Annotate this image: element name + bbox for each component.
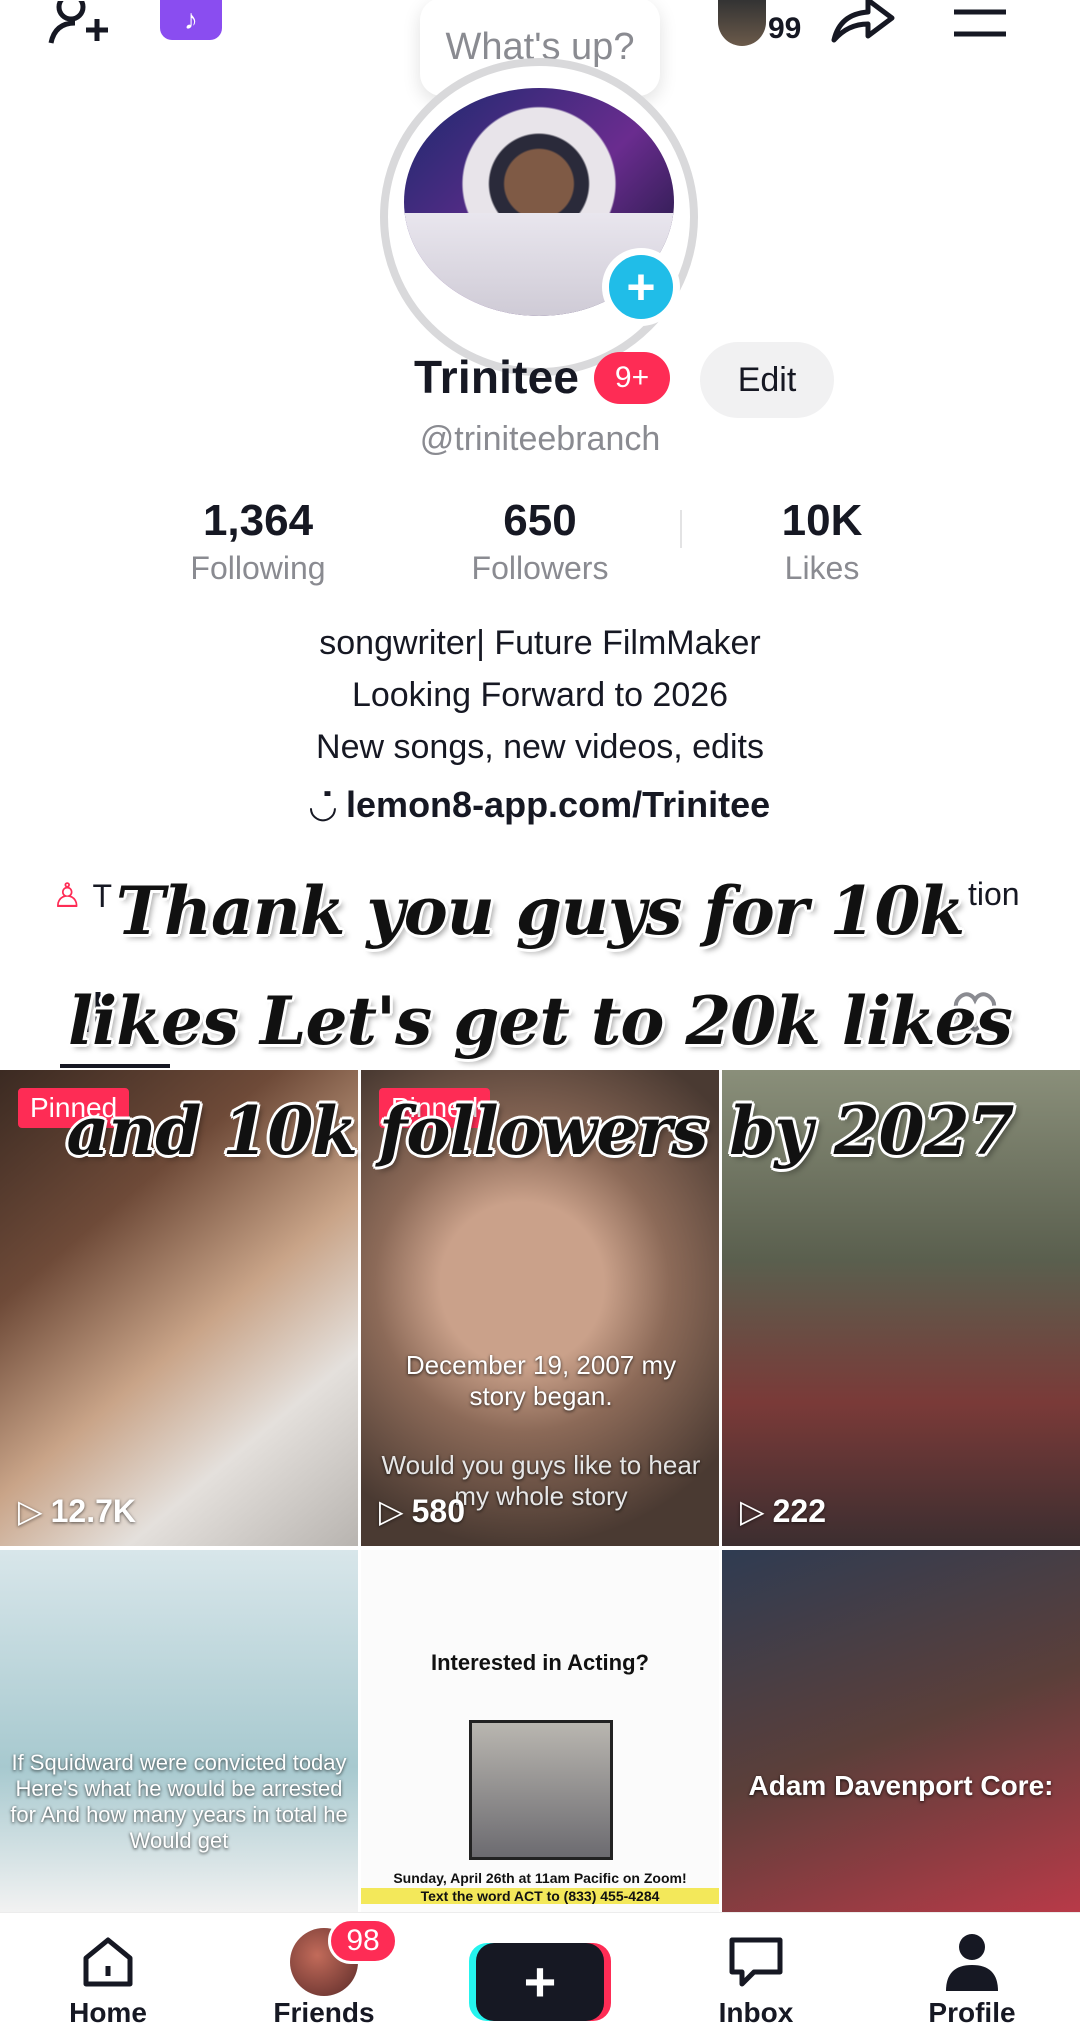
nav-profile[interactable]: Profile xyxy=(882,1913,1062,2032)
home-icon xyxy=(78,1927,138,1997)
stat-following[interactable]: 1,364 Following xyxy=(128,496,388,587)
nav-label: Home xyxy=(69,1997,147,2028)
view-count: ▷ 580 xyxy=(379,1492,465,1530)
share-profile-button[interactable] xyxy=(828,0,898,46)
stat-value: 10K xyxy=(781,496,863,545)
friends-badge: 98 xyxy=(328,1918,398,1964)
notification-badge[interactable]: 9+ xyxy=(594,352,670,404)
stat-label: Followers xyxy=(471,550,609,586)
stat-likes[interactable]: 10K Likes xyxy=(692,496,952,587)
video-caption: December 19, 2007 my story began. xyxy=(405,1350,677,1411)
menu-button[interactable] xyxy=(950,0,1010,40)
edit-profile-button[interactable]: Edit xyxy=(700,342,834,418)
profile-handle: @triniteebranch xyxy=(419,420,661,458)
play-icon: ▷ xyxy=(740,1493,765,1529)
view-count: ▷ 222 xyxy=(740,1492,826,1530)
video-tile[interactable]: If Squidward were convicted today Here's… xyxy=(0,1550,358,1912)
share-arrow-icon xyxy=(831,0,895,43)
bio-link[interactable]: ◡̇ lemon8-app.com/Trinitee xyxy=(0,784,1080,826)
stat-label: Likes xyxy=(784,550,860,586)
add-friend-button[interactable] xyxy=(40,0,120,50)
link-icon: ◡̇ xyxy=(309,787,337,825)
play-icon: ▷ xyxy=(379,1493,404,1529)
plus-icon: + xyxy=(626,259,656,315)
overlay-caption: Thank you guys for 10k xyxy=(115,872,965,950)
overlay-caption: and 10k followers by 2027 xyxy=(66,1092,1015,1170)
tiktok-note-icon: ♪ xyxy=(184,4,198,35)
hamburger-icon xyxy=(954,9,1006,37)
view-count-text: 580 xyxy=(411,1492,465,1529)
video-tile[interactable]: Adam Davenport Core: xyxy=(722,1550,1080,1912)
bottom-nav: Home Friends + Inbox Profile xyxy=(0,1912,1080,2032)
tab-indicator xyxy=(60,1064,170,1068)
bio-link-text: lemon8-app.com/Trinitee xyxy=(346,784,771,825)
flyer-title: Interested in Acting? xyxy=(431,1650,649,1675)
nav-label: Profile xyxy=(928,1997,1016,2028)
inbox-icon xyxy=(724,1927,788,1997)
bio-line: songwriter| Future FilmMaker xyxy=(319,624,761,662)
flyer-footer: Sunday, April 26th at 11am Pacific on Zo… xyxy=(393,1870,687,1886)
flyer-footer-secondary: Text the word ACT to (833) 455-4284 xyxy=(361,1888,719,1904)
profile-name: Trinitee xyxy=(414,351,580,403)
video-tile[interactable]: Interested in Acting? Sunday, April 26th… xyxy=(361,1550,719,1912)
story-avatar-button[interactable] xyxy=(718,0,766,46)
nav-home[interactable]: Home xyxy=(18,1913,198,2032)
stat-followers[interactable]: 650 Followers xyxy=(410,496,670,587)
view-count-text: 222 xyxy=(772,1492,826,1529)
stat-value: 1,364 xyxy=(202,496,314,545)
tiktok-studio-button[interactable]: ♪ xyxy=(160,0,222,40)
bio-line: New songs, new videos, edits xyxy=(316,728,764,766)
create-button[interactable]: + xyxy=(476,1943,604,2021)
play-icon: ▷ xyxy=(18,1493,43,1529)
view-count-text: 12.7K xyxy=(50,1492,136,1529)
plus-icon: + xyxy=(523,1950,557,2013)
video-caption: Adam Davenport Core: xyxy=(748,1770,1054,1801)
video-caption: If Squidward were convicted today Here's… xyxy=(10,1750,348,1853)
bio-line: Looking Forward to 2026 xyxy=(351,676,729,714)
stat-value: 650 xyxy=(503,496,577,545)
add-story-button[interactable]: + xyxy=(602,248,680,326)
flyer-photo xyxy=(469,1720,613,1860)
nav-label: Inbox xyxy=(718,1997,794,2028)
nav-inbox[interactable]: Inbox xyxy=(666,1913,846,2032)
story-count: 99 xyxy=(768,12,802,45)
profile-icon xyxy=(942,1927,1002,1997)
view-count: ▷ 12.7K xyxy=(18,1492,136,1530)
stat-divider xyxy=(680,510,682,548)
add-person-icon xyxy=(48,1,108,44)
nav-label: Friends xyxy=(273,1997,375,2028)
overlay-caption: likes Let's get to 20k likes xyxy=(68,982,1013,1060)
stat-label: Following xyxy=(190,550,326,586)
